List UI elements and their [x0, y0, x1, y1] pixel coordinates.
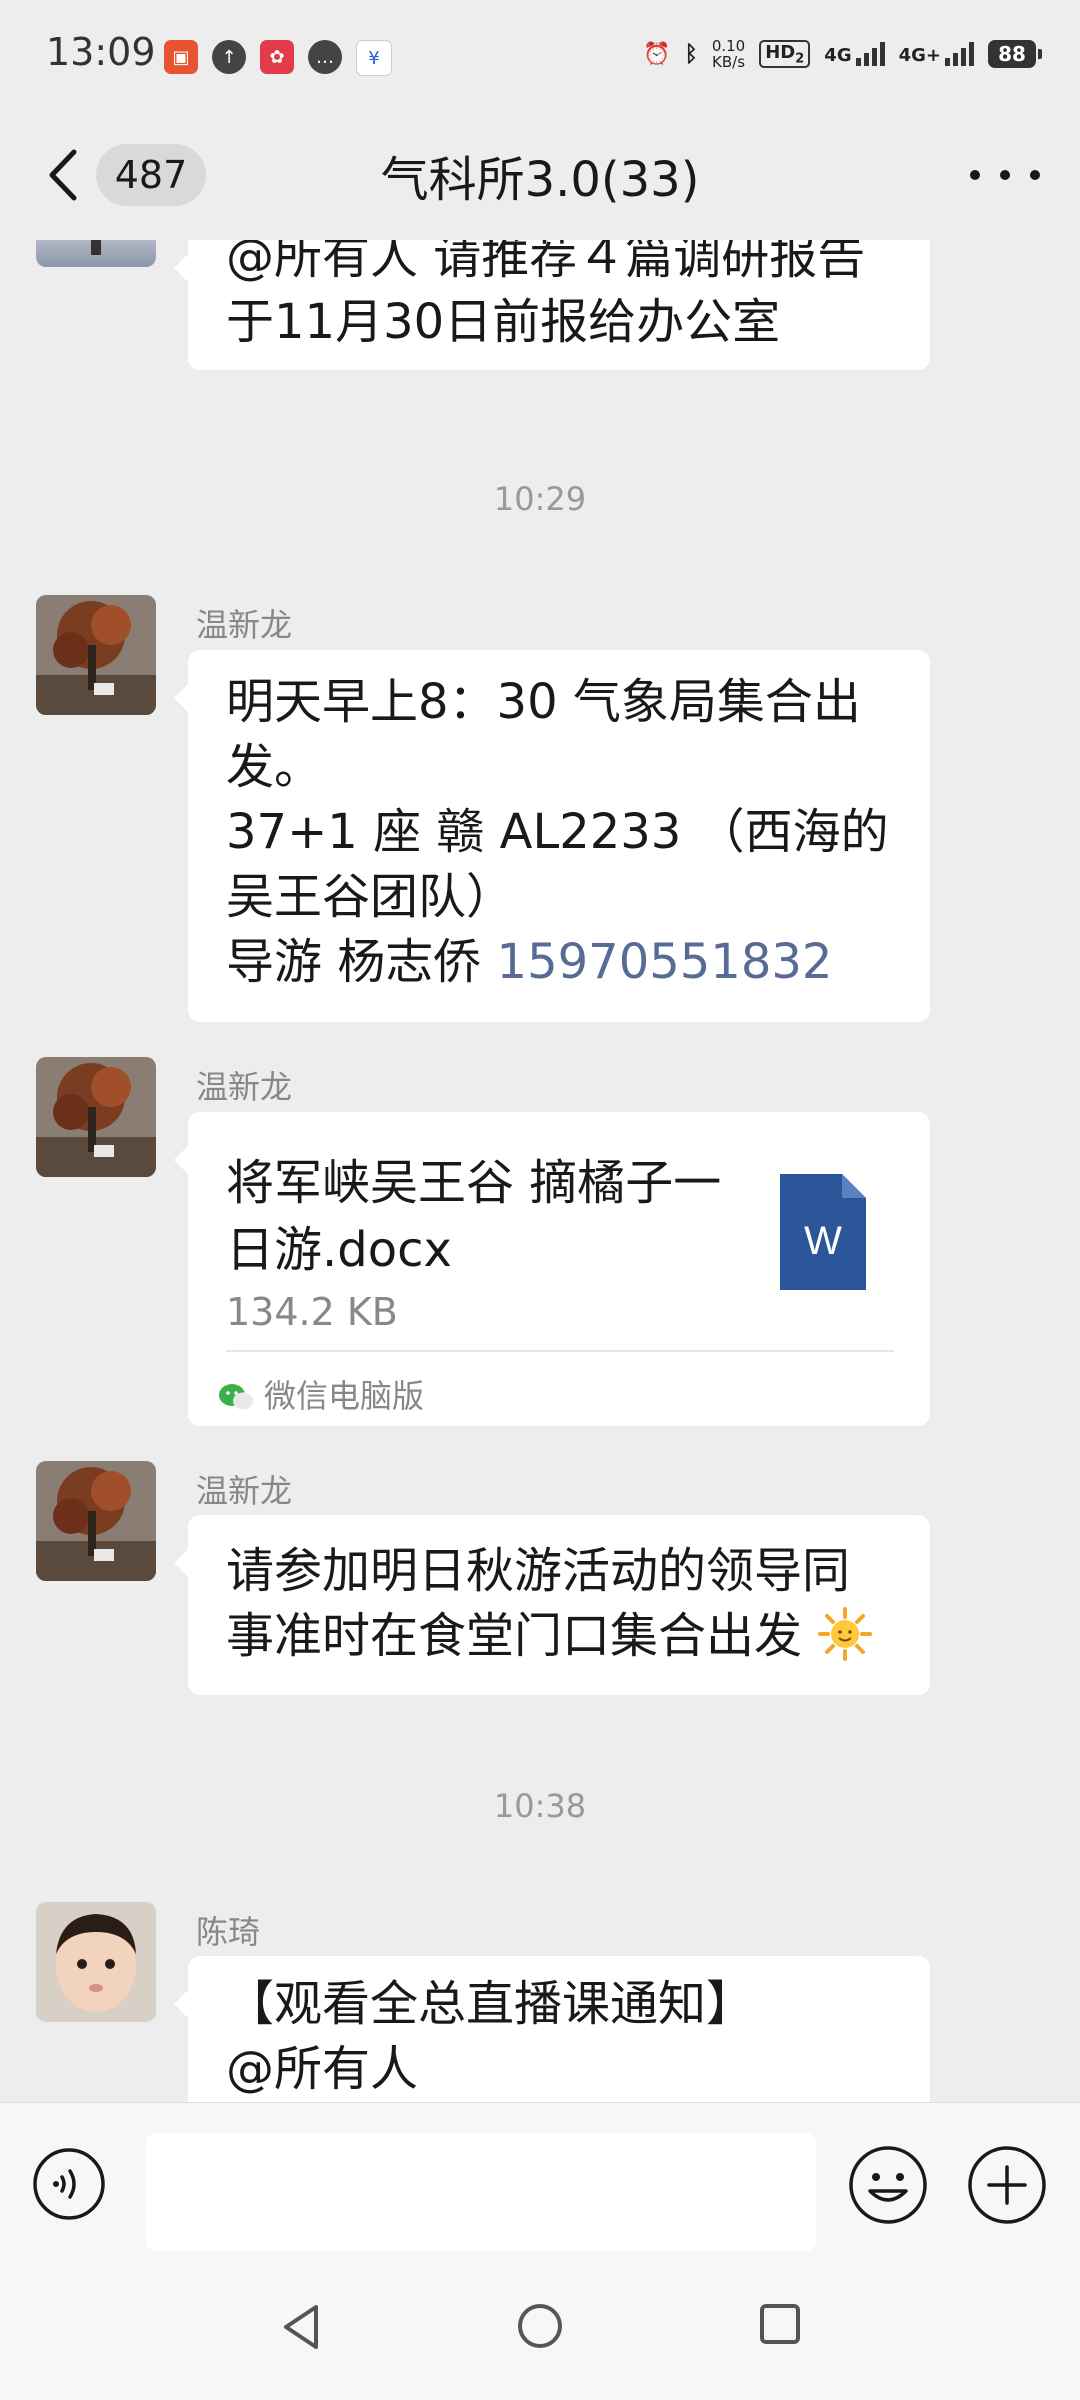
message-text: @所有人: [226, 2041, 419, 2097]
hd-label: HD: [765, 41, 796, 63]
avatar[interactable]: [36, 1902, 156, 2022]
sender-name: 温新龙: [196, 1472, 293, 1510]
avatar[interactable]: [36, 1461, 156, 1581]
status-time: 13:09: [46, 30, 156, 74]
notification-icons: ▣ ↑ ✿ … ¥: [164, 40, 392, 76]
network-type-2: 4G+: [898, 45, 941, 66]
avatar[interactable]: [36, 1057, 156, 1177]
chat-title: 气科所3.0(33): [380, 152, 700, 208]
phone-link[interactable]: 15970551832: [497, 934, 833, 990]
input-bar: [0, 2102, 1080, 2263]
net-speed: 0.10 KB/s: [712, 38, 745, 70]
nav-back-icon[interactable]: [278, 2302, 322, 2352]
word-doc-icon: W: [780, 1174, 866, 1290]
message-bubble[interactable]: @所有人 请推荐４篇调研报告于11月30日前报给办公室: [174, 240, 930, 370]
message-text: 【观看全总直播课通知】: [226, 1976, 755, 2032]
bluetooth-icon: ᛒ: [684, 41, 698, 67]
sender-name: 温新龙: [196, 1068, 293, 1106]
message-list[interactable]: @所有人 请推荐４篇调研报告于11月30日前报给办公室 10:29 温新龙 明天…: [0, 240, 1080, 2102]
avatar[interactable]: [36, 240, 156, 267]
sender-name: 陈琦: [196, 1913, 261, 1951]
battery-icon: 88: [988, 40, 1042, 68]
app-notification-icon: ▣: [164, 40, 198, 74]
shopping-notification-icon: ✿: [260, 40, 294, 74]
sender-name: 温新龙: [196, 606, 293, 644]
message-text: 37+1 座 赣 AL2233 （西海的吴王谷团队）: [226, 804, 889, 925]
nav-recents-icon[interactable]: [758, 2302, 802, 2346]
file-source: 微信电脑版: [218, 1364, 424, 1429]
status-right: ⏰ ᛒ 0.10 KB/s HD2 4G 4G+ 88: [643, 38, 1042, 70]
timestamp: 10:29: [493, 480, 587, 518]
message-input[interactable]: [146, 2133, 816, 2251]
emoji-icon[interactable]: [848, 2145, 928, 2225]
message-text: @所有人 请推荐４篇调研报告于11月30日前报给办公室: [226, 240, 866, 350]
file-source-label: 微信电脑版: [264, 1377, 425, 1415]
bank-notification-icon: ¥: [356, 40, 392, 76]
message-bubble[interactable]: 【观看全总直播课通知】 @所有人: [174, 1956, 930, 2102]
message-text: 请参加明日秋游活动的领导同事准时在食堂门口集合出发: [226, 1543, 851, 1664]
more-dots-icon[interactable]: [970, 150, 1040, 200]
divider: [226, 1350, 894, 1352]
sun-emoji-icon: [818, 1607, 873, 1661]
net-speed-unit: KB/s: [712, 53, 746, 71]
upload-notification-icon: ↑: [212, 40, 246, 74]
battery-level: 88: [998, 42, 1026, 66]
timestamp: 10:38: [493, 1787, 587, 1825]
message-text: 明天早上8：30 气象局集合出发。: [226, 674, 861, 795]
message-bubble[interactable]: 明天早上8：30 气象局集合出发。 37+1 座 赣 AL2233 （西海的吴王…: [174, 650, 930, 1022]
file-size: 134.2 KB: [226, 1290, 398, 1334]
wechat-icon: [219, 1383, 253, 1409]
message-notification-icon: …: [308, 40, 342, 74]
file-message-card[interactable]: 将军峡吴王谷 摘橘子一日游.docx 134.2 KB W 微信电脑版: [174, 1112, 930, 1429]
file-name: 将军峡吴王谷 摘橘子一日游.docx: [226, 1155, 722, 1278]
message-text-line: 导游 杨志侨 15970551832: [226, 930, 892, 995]
signal-bars-icon: [855, 42, 885, 66]
word-icon-letter: W: [804, 1219, 842, 1263]
signal-2: 4G+: [899, 42, 974, 66]
network-type-1: 4G: [824, 45, 852, 66]
message-text: 导游 杨志侨: [226, 934, 497, 990]
signal-1: 4G: [824, 42, 885, 66]
nav-home-icon[interactable]: [516, 2302, 564, 2350]
status-bar: 13:09 ▣ ↑ ✿ … ¥ ⏰ ᛒ 0.10 KB/s HD2 4G 4G+…: [0, 0, 1080, 110]
alarm-icon: ⏰: [643, 41, 671, 67]
system-nav-bar: [0, 2262, 1080, 2400]
signal-bars-icon: [945, 42, 974, 66]
voice-icon[interactable]: [32, 2147, 106, 2221]
plus-icon[interactable]: [967, 2145, 1047, 2225]
message-bubble[interactable]: 请参加明日秋游活动的领导同事准时在食堂门口集合出发: [174, 1515, 930, 1695]
chat-header: 487 气科所3.0(33): [0, 110, 1080, 240]
avatar[interactable]: [36, 595, 156, 715]
hd-sub: 2: [795, 51, 805, 67]
hd-badge: HD2: [759, 39, 811, 69]
